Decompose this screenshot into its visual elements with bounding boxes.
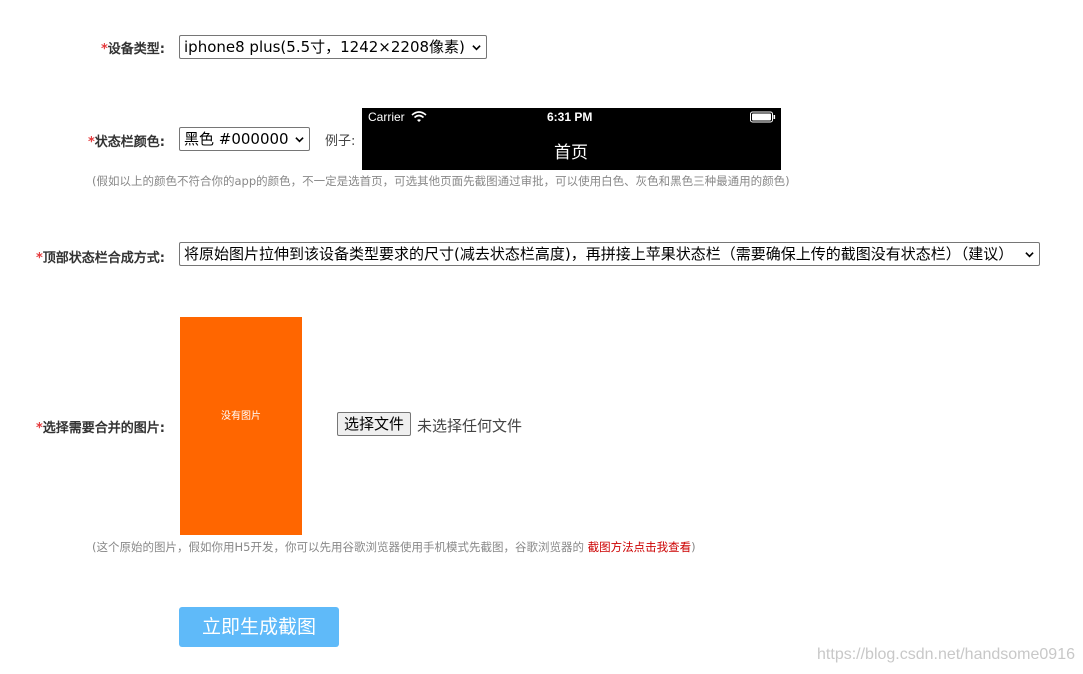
file-status: 未选择任何文件 <box>417 417 523 435</box>
statusbar-color-label: *状态栏颜色: <box>87 135 165 150</box>
compose-mode-label: *顶部状态栏合成方式: <box>35 251 165 266</box>
chevron-down-icon <box>295 137 304 143</box>
device-type-select[interactable]: iphone8 plus(5.5寸，1242×2208像素) <box>179 35 487 59</box>
preview-carrier: Carrier <box>368 110 405 124</box>
preview-time: 6:31 PM <box>547 110 593 124</box>
example-label: 例子: <box>325 134 356 149</box>
screenshot-method-link[interactable]: 截图方法点击我查看 <box>588 540 692 554</box>
wifi-icon <box>411 111 427 122</box>
image-placeholder: 没有图片 <box>180 317 302 535</box>
generate-screenshot-button[interactable]: 立即生成截图 <box>179 607 339 647</box>
chevron-down-icon <box>472 45 481 51</box>
device-type-label: *设备类型: <box>100 42 165 57</box>
battery-icon <box>750 111 776 123</box>
chevron-down-icon <box>1025 252 1034 258</box>
compose-mode-select[interactable]: 将原始图片拉伸到该设备类型要求的尺寸(减去状态栏高度)，再拼接上苹果状态栏（需要… <box>179 242 1040 266</box>
statusbar-preview: Carrier 6:31 PM 首页 <box>362 108 781 170</box>
choose-file-button[interactable]: 选择文件 <box>337 412 412 436</box>
statusbar-color-hint: (假如以上的颜色不符合你的app的颜色，不一定是选首页，可选其他页面先截图通过审… <box>92 174 790 188</box>
preview-title: 首页 <box>554 143 588 163</box>
image-select-hint: (这个原始的图片，假如你用H5开发，你可以先用谷歌浏览器使用手机模式先截图，谷歌… <box>92 540 696 554</box>
image-select-label: *选择需要合并的图片: <box>35 421 165 436</box>
watermark: https://blog.csdn.net/handsome0916 <box>817 646 1075 663</box>
statusbar-color-select[interactable]: 黑色 #000000 <box>179 127 310 151</box>
